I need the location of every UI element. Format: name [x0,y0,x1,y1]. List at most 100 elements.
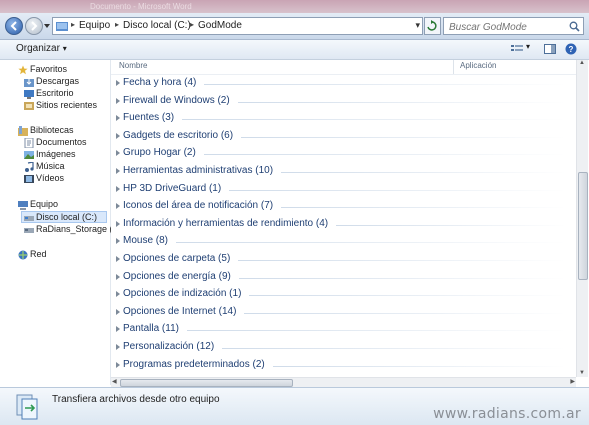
group-divider-line [281,172,566,173]
preview-pane-icon[interactable] [544,42,556,56]
svg-text:?: ? [569,45,574,54]
arrow-left-icon [10,21,17,31]
category-group-row[interactable]: Pantalla (11) [116,322,571,338]
category-group-row[interactable]: Información y herramientas de rendimient… [116,217,571,233]
history-dropdown-icon[interactable] [44,22,50,30]
expand-arrow-icon[interactable] [116,115,120,121]
column-headers: Nombre ˄ Aplicación [111,60,576,75]
category-group-label: Opciones de energía (9) [123,271,231,282]
star-icon [18,65,28,75]
category-group-label: Grupo Hogar (2) [123,147,196,158]
nav-computer-label: Equipo [30,199,59,209]
expand-arrow-icon[interactable] [116,362,120,368]
expand-arrow-icon[interactable] [116,274,120,280]
category-group-label: Personalización (12) [123,341,215,352]
vertical-scroll-thumb[interactable] [578,172,588,280]
expand-arrow-icon[interactable] [116,203,120,209]
group-divider-line [239,278,566,279]
expand-arrow-icon[interactable] [116,186,120,192]
search-icon[interactable] [569,21,580,32]
group-divider-line [241,137,566,138]
column-header-application[interactable]: Aplicación [460,61,496,70]
group-divider-line [222,348,566,349]
scroll-down-icon[interactable]: ▼ [579,370,585,376]
expand-arrow-icon[interactable] [116,238,120,244]
column-header-name[interactable]: Nombre [119,61,147,70]
category-group-row[interactable]: Opciones de energía (9) [116,270,571,286]
scroll-left-icon[interactable]: ◀ [112,378,117,385]
nav-item-label: Documentos [36,137,87,147]
help-icon[interactable]: ? [565,42,577,56]
forward-button[interactable] [25,17,43,35]
category-group-label: HP 3D DriveGuard (1) [123,183,222,194]
nav-item-label: Escritorio [36,88,74,98]
category-group-row[interactable]: Gadgets de escritorio (6) [116,129,571,145]
search-box[interactable] [443,17,584,35]
nav-item-label: Música [36,161,65,171]
breadcrumb-disco-local[interactable]: Disco local (C:) [123,20,191,31]
arrow-right-icon [31,21,38,31]
nav-libraries-label: Bibliotecas [30,125,74,135]
expand-arrow-icon[interactable] [116,326,120,332]
folder-icon [56,22,68,31]
expand-arrow-icon[interactable] [116,80,120,86]
window-title: Documento - Microsoft Word [90,2,192,11]
expand-arrow-icon[interactable] [116,291,120,297]
group-divider-line [182,119,566,120]
expand-arrow-icon[interactable] [116,309,120,315]
category-group-row[interactable]: Fuentes (3) [116,111,571,127]
address-dropdown-icon[interactable]: ▾ [415,20,420,31]
hard-drive-icon [24,228,34,233]
nav-item-label: Disco local (C:) [36,212,98,222]
view-options-icon[interactable] [511,42,523,56]
category-group-label: Fecha y hora (4) [123,77,197,88]
organize-label: Organizar [16,43,60,54]
expand-arrow-icon[interactable] [116,133,120,139]
category-group-row[interactable]: Mouse (8) [116,234,571,250]
category-group-row[interactable]: Personalización (12) [116,340,571,356]
breadcrumb-separator-icon[interactable]: ▸ [115,20,119,29]
category-group-row[interactable]: Herramientas administrativas (10) [116,164,571,180]
column-divider[interactable] [453,60,454,74]
category-group-row[interactable]: HP 3D DriveGuard (1) [116,182,571,198]
category-group-label: Opciones de Internet (14) [123,306,237,317]
category-group-label: Opciones de indización (1) [123,288,242,299]
breadcrumb-separator-icon[interactable]: ▸ [71,20,75,29]
category-group-row[interactable]: Firewall de Windows (2) [116,94,571,110]
category-group-row[interactable]: Fecha y hora (4) [116,76,571,92]
category-group-label: Pantalla (11) [123,323,179,334]
nav-item-disco-local[interactable]: Disco local (C:) [21,211,107,223]
category-group-row[interactable]: Opciones de Internet (14) [116,305,571,321]
group-divider-line [204,154,566,155]
horizontal-scrollbar[interactable]: ◀ ▶ [111,377,576,387]
expand-arrow-icon[interactable] [116,168,120,174]
expand-arrow-icon[interactable] [116,344,120,350]
vertical-scrollbar[interactable]: ▲ ▼ [576,60,588,377]
expand-arrow-icon[interactable] [116,150,120,156]
breadcrumb-separator-icon[interactable]: ▸ [190,20,194,29]
category-group-row[interactable]: Opciones de carpeta (5) [116,252,571,268]
expand-arrow-icon[interactable] [116,221,120,227]
view-dropdown-icon[interactable]: ▾ [526,42,530,56]
details-pane: Transfiera archivos desde otro equipo ww… [0,387,589,425]
category-group-row[interactable]: Iconos del área de notificación (7) [116,199,571,215]
horizontal-scroll-thumb[interactable] [120,379,293,387]
address-box[interactable]: ▸ Equipo ▸ Disco local (C:) ▸ GodMode ▾ [52,17,423,35]
category-group-row[interactable]: Programas predeterminados (2) [116,358,571,374]
category-group-row[interactable]: Grupo Hogar (2) [116,146,571,162]
group-divider-line [176,242,566,243]
nav-item-label: Vídeos [36,173,65,183]
organize-menu-button[interactable]: Organizar ▾ [16,43,67,54]
scroll-right-icon[interactable]: ▶ [570,378,575,385]
desktop-icon [24,90,34,99]
navigation-pane: Favoritos Descargas Escritorio Sitios re… [0,60,124,385]
search-input[interactable] [447,19,569,35]
refresh-button[interactable] [424,17,441,35]
scroll-up-icon[interactable]: ▲ [579,60,585,66]
breadcrumb-godmode[interactable]: GodMode [198,20,242,31]
breadcrumb-equipo[interactable]: Equipo [79,20,110,31]
category-group-row[interactable]: Opciones de indización (1) [116,287,571,303]
expand-arrow-icon[interactable] [116,256,120,262]
expand-arrow-icon[interactable] [116,98,120,104]
back-button[interactable] [5,17,23,35]
